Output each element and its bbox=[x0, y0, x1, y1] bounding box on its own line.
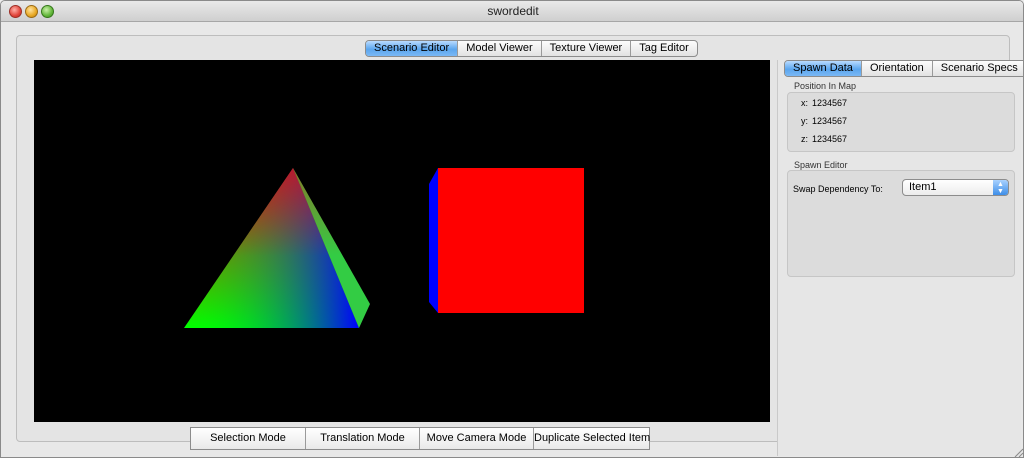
tab-model-viewer[interactable]: Model Viewer bbox=[458, 41, 542, 56]
scene-canvas bbox=[184, 168, 584, 328]
position-group: x: 1234567 y: 1234567 z: 1234567 bbox=[787, 92, 1015, 152]
spawn-editor-group: Swap Dependency To: Item1 ▲ ▼ bbox=[787, 170, 1015, 277]
x-value: 1234567 bbox=[812, 98, 848, 108]
z-coordinate-row: z: 1234567 bbox=[801, 134, 847, 144]
translation-mode-button[interactable]: Translation Mode bbox=[306, 428, 420, 449]
selection-mode-button[interactable]: Selection Mode bbox=[191, 428, 306, 449]
y-coordinate-row: y: 1234567 bbox=[801, 116, 847, 126]
move-camera-mode-button[interactable]: Move Camera Mode bbox=[420, 428, 534, 449]
mode-button-bar: Selection Mode Translation Mode Move Cam… bbox=[190, 427, 650, 450]
spawn-editor-group-title: Spawn Editor bbox=[794, 160, 848, 170]
main-tab-bar: Scenario Editor Model Viewer Texture Vie… bbox=[365, 40, 698, 57]
z-label: z: bbox=[801, 134, 809, 144]
duplicate-selected-item-button[interactable]: Duplicate Selected Item bbox=[534, 428, 650, 449]
tab-texture-viewer[interactable]: Texture Viewer bbox=[542, 41, 632, 56]
inspector-tab-bar: Spawn Data Orientation Scenario Specs bbox=[784, 60, 1023, 77]
tab-tag-editor[interactable]: Tag Editor bbox=[631, 41, 697, 56]
app-window: swordedit Scenario Editor Model Viewer T… bbox=[0, 0, 1024, 458]
title-bar: swordedit bbox=[1, 1, 1023, 22]
render-viewport[interactable] bbox=[34, 60, 770, 422]
swap-dependency-select[interactable]: Item1 ▲ ▼ bbox=[902, 179, 1009, 196]
z-value: 1234567 bbox=[812, 134, 848, 144]
tab-orientation[interactable]: Orientation bbox=[862, 61, 933, 76]
position-group-title: Position In Map bbox=[794, 81, 857, 91]
swap-dependency-value: Item1 bbox=[909, 181, 937, 193]
content-area: Scenario Editor Model Viewer Texture Vie… bbox=[1, 22, 1023, 457]
window-title: swordedit bbox=[487, 4, 539, 18]
tab-spawn-data[interactable]: Spawn Data bbox=[785, 61, 862, 76]
y-value: 1234567 bbox=[812, 116, 848, 126]
swap-dependency-label: Swap Dependency To: bbox=[793, 184, 883, 194]
pyramid-object[interactable] bbox=[184, 168, 370, 328]
x-label: x: bbox=[801, 98, 809, 108]
resize-grip-icon[interactable] bbox=[1013, 447, 1023, 457]
y-label: y: bbox=[801, 116, 809, 126]
inspector-panel: Spawn Data Orientation Scenario Specs Po… bbox=[777, 60, 1023, 456]
cube-object[interactable] bbox=[429, 168, 584, 313]
x-coordinate-row: x: 1234567 bbox=[801, 98, 847, 108]
updown-arrows-icon: ▲ ▼ bbox=[993, 180, 1008, 195]
tab-panel: Scenario Editor Model Viewer Texture Vie… bbox=[16, 35, 1023, 456]
tab-scenario-specs[interactable]: Scenario Specs bbox=[933, 61, 1023, 76]
tab-scenario-editor[interactable]: Scenario Editor bbox=[366, 41, 459, 56]
